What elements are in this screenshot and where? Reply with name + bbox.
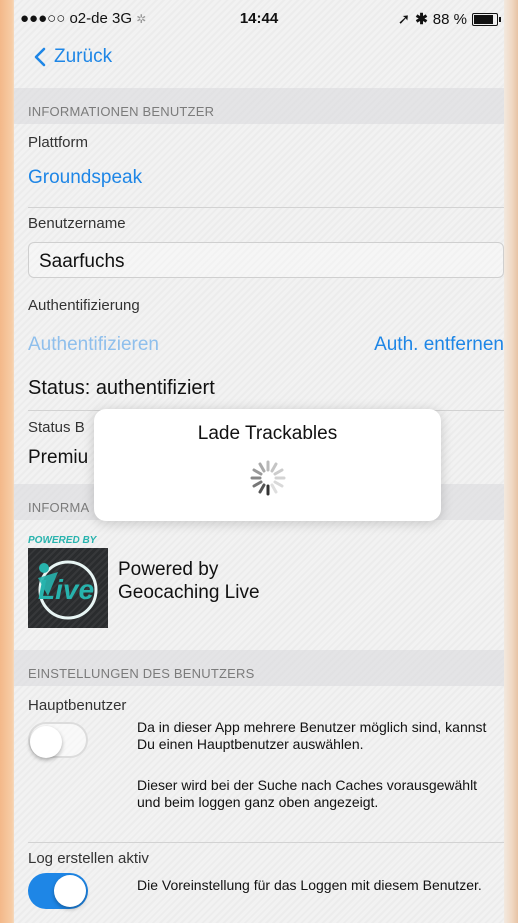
main-user-description-2: Dieser wird bei der Suche nach Caches vo… <box>137 777 478 810</box>
section-header-user-settings: EINSTELLUNGEN DES BENUTZERS <box>14 650 504 686</box>
platform-value-link[interactable]: Groundspeak <box>28 167 504 189</box>
section-header-user-info: INFORMATIONEN BENUTZER <box>14 88 504 124</box>
username-label: Benutzername <box>28 215 126 232</box>
back-label: Zurück <box>54 46 113 67</box>
status-bar: ●●●○○ o2-de 3G ✲ 14:44 ➚ ✱ 88 % <box>14 0 504 38</box>
username-input[interactable]: Saarfuchs <box>28 242 504 278</box>
location-arrow-icon: ➚ <box>397 11 411 28</box>
log-active-description: Die Voreinstellung für das Loggen mit di… <box>137 877 482 893</box>
status-right: ➚ ✱ 88 % <box>397 10 501 28</box>
divider <box>28 207 504 208</box>
toggle-knob <box>30 726 62 758</box>
loading-dialog-title: Lade Trackables <box>197 423 338 444</box>
bluetooth-icon: ✱ <box>415 11 428 28</box>
divider <box>28 842 504 843</box>
auth-status-text: Status: authentifiziert <box>28 377 215 399</box>
log-active-label: Log erstellen aktiv <box>28 850 149 867</box>
battery-icon <box>472 12 501 26</box>
main-user-toggle[interactable] <box>28 722 88 758</box>
logo-tile: Live <box>28 548 108 628</box>
loading-dialog: Lade Trackables <box>94 409 441 521</box>
navigation-bar: Zurück <box>14 38 504 88</box>
logo-live-text: Live <box>38 574 95 605</box>
powered-by-badge: POWERED BY <box>28 535 97 546</box>
platform-label: Plattform <box>28 134 89 151</box>
battery-percent: 88 % <box>432 10 467 28</box>
loading-spinner-icon <box>250 460 286 496</box>
app-screen: ●●●○○ o2-de 3G ✲ 14:44 ➚ ✱ 88 % Zurück I… <box>14 0 504 923</box>
log-active-toggle[interactable] <box>28 873 88 909</box>
toggle-knob <box>54 875 86 907</box>
powered-by-text: Powered by Geocaching Live <box>118 559 260 603</box>
main-user-label: Hauptbenutzer <box>28 697 127 714</box>
authentication-label: Authentifizierung <box>28 297 140 314</box>
remove-auth-button[interactable]: Auth. entfernen <box>374 334 504 356</box>
chevron-left-icon <box>34 47 46 67</box>
main-user-description: Da in dieser App mehrere Benutzer möglic… <box>137 719 487 752</box>
back-button[interactable]: Zurück <box>34 46 112 68</box>
geocaching-live-logo: POWERED BY Live <box>28 535 108 628</box>
